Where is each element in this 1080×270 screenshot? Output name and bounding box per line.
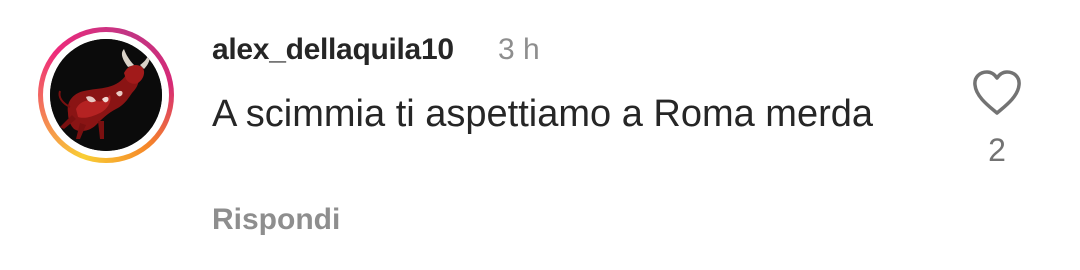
- avatar[interactable]: [50, 39, 162, 151]
- comment-item: alex_dellaquila10 3 h A scimmia ti aspet…: [0, 0, 1080, 270]
- reply-button[interactable]: Rispondi: [212, 203, 340, 237]
- comment-text: A scimmia ti aspettiamo a Roma merda: [212, 93, 874, 135]
- comment-username[interactable]: alex_dellaquila10: [212, 33, 454, 67]
- like-count: 2: [988, 132, 1006, 168]
- bull-icon: [50, 39, 162, 151]
- comment-timestamp: 3 h: [498, 33, 540, 66]
- avatar-story-ring[interactable]: [38, 27, 174, 163]
- like-button[interactable]: [970, 68, 1024, 118]
- heart-outline-icon: [973, 70, 1021, 115]
